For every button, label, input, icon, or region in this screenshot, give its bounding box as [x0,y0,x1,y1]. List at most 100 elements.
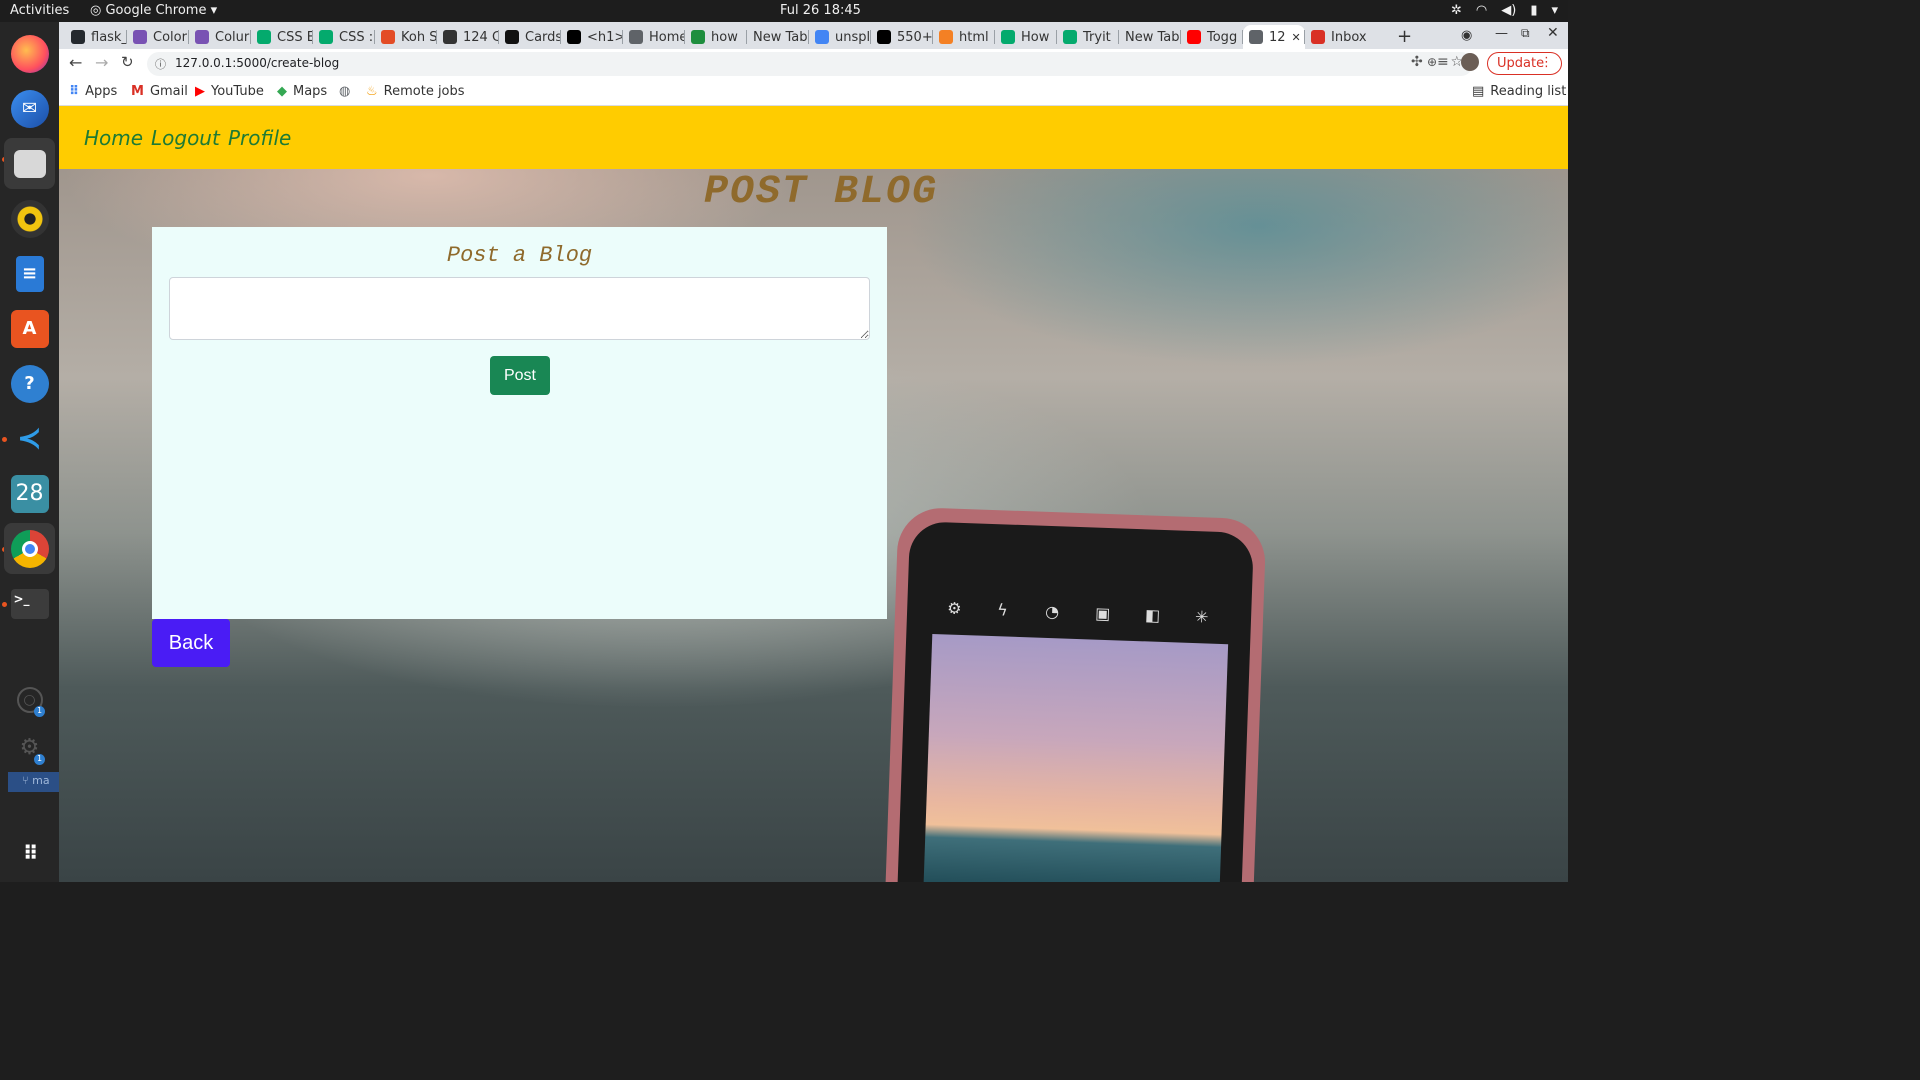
bookmark-item[interactable]: ◆ Maps [277,84,327,99]
activities-button[interactable]: Activities [10,3,69,18]
f-icon [443,30,457,44]
tab-label: Colur [215,29,250,45]
tab-search-icon[interactable]: ◉ [1461,28,1472,43]
close-window-button[interactable]: ✕ [1547,25,1559,41]
dock-ubuntu-software[interactable]: A [4,303,55,354]
tab-label: How [1021,29,1050,45]
extensions-puzzle-icon[interactable]: ✣ [1411,54,1423,70]
browser-tab[interactable]: 124 C [437,25,499,49]
apps-grid-icon: ⠿ [69,84,80,99]
dock-chrome[interactable] [4,523,55,574]
update-button[interactable]: Update ⋮ [1487,52,1562,75]
slack-tray-icon[interactable]: ✲ [1451,3,1462,18]
bookmark-item[interactable]: ⠿ Apps [69,84,117,99]
nav-logout-link[interactable]: Logout [151,126,220,150]
bookmark-item[interactable]: ▶ YouTube [195,84,264,99]
close-tab-icon[interactable]: ✕ [1292,31,1301,44]
browser-tab[interactable]: Togg [1181,25,1243,49]
bootstrap-icon [195,30,209,44]
bookmark-label: Apps [85,84,118,99]
browser-tab[interactable]: html [933,25,995,49]
browser-tab[interactable]: Colur [189,25,251,49]
restore-button[interactable]: ⧉ [1521,26,1530,41]
minimize-button[interactable]: — [1495,26,1508,41]
browser-tab[interactable]: 550+ [871,25,933,49]
dock-files[interactable] [4,138,55,189]
flutter-icon [381,30,395,44]
dock-writer[interactable]: ≡ [4,248,55,299]
url-text[interactable]: 127.0.0.1:5000/create-blog [175,56,339,70]
tab-label: New Tab [753,29,808,45]
zoom-icon[interactable]: ⊕ [1427,55,1437,69]
browser-tab[interactable]: Cards [499,25,561,49]
page-viewport: Home Logout Profile ⚙ ϟ ◔ ▣ ◧ ✳ POST BLO… [59,106,1568,882]
tab-label: Color [153,29,187,45]
browser-tab[interactable]: Tryit [1057,25,1119,49]
browser-tab[interactable]: how [685,25,747,49]
profile-avatar[interactable] [1461,53,1479,71]
info-icon[interactable]: ⓘ [155,56,166,72]
bootstrap-icon [133,30,147,44]
blog-content-textarea[interactable] [169,277,870,340]
reload-icon[interactable]: ↻ [121,53,134,71]
system-tray[interactable]: ✲ ◠ ◀) ▮ ▾ [1451,3,1558,18]
tab-label: Koh S [401,29,437,45]
browser-tab[interactable]: <h1> [561,25,623,49]
help-icon: ? [10,364,49,403]
phone-screen [923,633,1229,882]
dock-accounts[interactable]: ○ 1 [4,674,55,725]
reading-list-icon: ▤ [1472,84,1485,99]
reading-list-label: Reading list [1490,84,1567,99]
google-icon [815,30,829,44]
browser-tab[interactable]: CSS E [251,25,313,49]
forward-arrow-icon[interactable]: → [95,53,108,72]
browser-tab[interactable]: New Tab [1119,25,1181,49]
update-label: Update [1497,56,1545,71]
address-bar[interactable]: ⓘ 127.0.0.1:5000/create-blog ⊕ ☆ [147,52,1473,76]
browser-tab[interactable]: Koh S [375,25,437,49]
browser-tab[interactable]: flask_ [65,25,127,49]
clock[interactable]: Ful 26 18:45 [780,3,861,18]
dock-firefox[interactable] [4,28,55,79]
browser-tab[interactable]: Color [127,25,189,49]
browser-tab[interactable]: Inbox [1305,25,1367,49]
tab-label: New Tab [1125,29,1180,45]
dock-rhythmbox[interactable] [4,193,55,244]
post-button[interactable]: Post [490,356,550,395]
dock-help[interactable]: ? [4,358,55,409]
nav-home-link[interactable]: Home [84,126,143,150]
bookmark-label: Maps [293,84,328,99]
browser-tab[interactable]: Home [623,25,685,49]
media-control-icon[interactable]: ≡ [1437,54,1449,70]
firefox-icon [10,34,49,73]
dock-calendar[interactable]: 28 [4,468,55,519]
chrome-window: flask_ Color Colur CSS E CSS :l Koh S 124 C Car… [59,22,1568,882]
nav-profile-link[interactable]: Profile [228,126,291,150]
browser-tab[interactable]: CSS :l [313,25,375,49]
chrome-icon [10,529,49,568]
browser-tab[interactable]: unspl [809,25,871,49]
dock-vscode[interactable]: ≺ [4,413,55,464]
browser-tab[interactable]: New Tab [747,25,809,49]
back-button[interactable]: Back [152,619,230,667]
new-tab-button[interactable]: + [1397,26,1412,47]
w3schools-icon [1063,30,1077,44]
dock-settings[interactable]: ⚙ 1 [4,722,55,773]
back-arrow-icon[interactable]: ← [69,53,82,72]
browser-tab[interactable]: How [995,25,1057,49]
bookmark-item[interactable]: ♨ Remote jobs [366,84,465,99]
bookmark-item[interactable]: M Gmail [131,84,188,99]
bookmark-item[interactable]: ◍ [339,84,350,99]
maps-icon: ◆ [277,84,287,99]
dock-terminal[interactable]: >_ [4,578,55,629]
tab-strip: flask_ Color Colur CSS E CSS :l Koh S 124 C Car… [59,22,1568,49]
reading-list-button[interactable]: ▤ Reading list [1472,84,1566,99]
phone-body: ⚙ ϟ ◔ ▣ ◧ ✳ [897,521,1255,882]
codepen-icon [505,30,519,44]
app-menu[interactable]: ◎ Google Chrome ▾ [90,3,217,18]
show-applications-button[interactable]: ⠿ [4,827,55,878]
browser-tab[interactable]: 12 ✕ [1243,25,1305,49]
dock-thunderbird[interactable]: ✉ [4,83,55,134]
h1-icon [567,30,581,44]
tab-label: CSS :l [339,29,375,45]
